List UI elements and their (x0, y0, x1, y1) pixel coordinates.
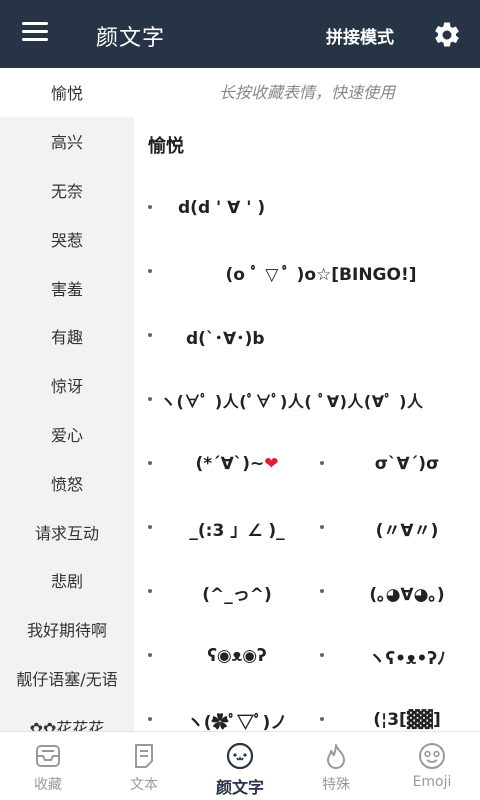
kaomoji-item[interactable]: (｡◕∀◕｡) (334, 560, 480, 624)
kaomoji-list: d(d ' ∀ ' ) (o ﾟ ▽ ﾟ )o☆[BINGO!] d(`･∀･)… (134, 176, 480, 731)
category-sidebar: 愉悦 高兴 无奈 哭惹 害羞 有趣 惊讶 爱心 愤怒 请求互动 悲剧 我好期待啊… (0, 68, 134, 731)
list-item: _(:3 」∠ )_ (〃∀〃) (134, 496, 480, 560)
list-item: (o ﾟ ▽ ﾟ )o☆[BINGO!] (134, 240, 480, 304)
list-item: d(`･∀･)b (134, 304, 480, 368)
bullet-dot (148, 525, 152, 529)
kaomoji-item[interactable]: (o ﾟ ▽ ﾟ )o☆[BINGO!] (162, 240, 480, 304)
list-item: (^_っ^) (｡◕∀◕｡) (134, 560, 480, 624)
bullet-dot (320, 653, 324, 657)
bullet-dot (148, 589, 152, 593)
bullet-dot (148, 717, 152, 721)
sidebar-item-kure[interactable]: 哭惹 (0, 214, 134, 263)
tab-label: Emoji (412, 774, 452, 790)
sidebar-item-haixiu[interactable]: 害羞 (0, 263, 134, 312)
tab-special[interactable]: 特殊 (288, 732, 384, 800)
inbox-tray-icon (36, 745, 60, 767)
usage-hint: 长按收藏表情，快速使用 (218, 83, 395, 102)
kaomoji-item[interactable]: σ`∀´)σ (334, 432, 480, 496)
list-item: ヽ(✿ﾟ▽ﾟ)ノ (¦3[▓▓] (134, 688, 480, 731)
kaomoji-item[interactable]: d(`･∀･)b (186, 304, 480, 368)
sidebar-item-gaoxing[interactable]: 高兴 (0, 117, 134, 166)
bullet-dot (320, 525, 324, 529)
sidebar-item-yuyue[interactable]: 愉悦 (0, 68, 134, 117)
list-item: ヽ(∀ﾟ )人(ﾟ∀ﾟ)人( ﾟ∀)人(∀ﾟ )人 (134, 368, 480, 432)
bullet-dot (148, 461, 152, 465)
tab-text[interactable]: 文本 (96, 732, 192, 800)
smiley-face-icon (419, 743, 445, 769)
bullet-dot (148, 205, 152, 209)
bullet-dot (320, 461, 324, 465)
tab-kaomoji[interactable]: 颜文字 (192, 732, 288, 800)
kaomoji-item[interactable]: d(d ' ∀ ' ) (178, 176, 480, 240)
note-document-icon (135, 744, 153, 768)
tab-label: 收藏 (34, 777, 62, 793)
sidebar-item-huahua[interactable]: ✿✿花花花 (0, 702, 134, 731)
kaomoji-item[interactable]: (*´∀`)~ ❤ (162, 432, 312, 496)
sidebar-item-beiju[interactable]: 悲剧 (0, 556, 134, 605)
sidebar-item-youqu[interactable]: 有趣 (0, 312, 134, 361)
app-bar: 颜文字 拼接模式 (0, 0, 480, 68)
list-item: d(d ' ∀ ' ) (134, 176, 480, 240)
sidebar-item-fennu[interactable]: 愤怒 (0, 458, 134, 507)
kaomoji-text: (*´∀`)~ (195, 454, 265, 474)
bullet-dot (148, 397, 152, 401)
tab-favorites[interactable]: 收藏 (0, 732, 96, 800)
heart-emoji: ❤ (264, 454, 279, 474)
kaomoji-item[interactable]: (^_っ^) (162, 560, 312, 624)
gear-icon[interactable] (432, 20, 462, 50)
kaomoji-item[interactable]: ヽʕ•ᴥ•ʔﾉ (334, 624, 480, 688)
sidebar-item-jingya[interactable]: 惊讶 (0, 361, 134, 410)
kaomoji-face-icon (226, 742, 254, 770)
list-item: ʕ◉ᴥ◉ʔ ヽʕ•ᴥ•ʔﾉ (134, 624, 480, 688)
kaomoji-item[interactable]: (¦3[▓▓] (334, 688, 480, 731)
tab-label: 颜文字 (215, 778, 264, 797)
list-item: (*´∀`)~ ❤ σ`∀´)σ (134, 432, 480, 496)
bottom-nav: 收藏 文本 颜文字 特殊 Emoji (0, 731, 480, 800)
hamburger-menu-icon[interactable] (22, 22, 52, 46)
kaomoji-item[interactable]: ʕ◉ᴥ◉ʔ (162, 624, 312, 688)
bullet-dot (148, 653, 152, 657)
sidebar-item-qidai[interactable]: 我好期待啊 (0, 605, 134, 654)
bullet-dot (320, 717, 324, 721)
sidebar-item-qingqiu-hudong[interactable]: 请求互动 (0, 507, 134, 556)
bullet-dot (148, 269, 152, 273)
kaomoji-item[interactable]: ヽ(∀ﾟ )人(ﾟ∀ﾟ)人( ﾟ∀)人(∀ﾟ )人 (160, 368, 480, 432)
kaomoji-item[interactable]: _(:3 」∠ )_ (162, 496, 312, 560)
flame-icon (327, 744, 345, 769)
sidebar-item-aixin[interactable]: 爱心 (0, 410, 134, 459)
kaomoji-item[interactable]: (〃∀〃) (334, 496, 480, 560)
kaomoji-item[interactable]: ヽ(✿ﾟ▽ﾟ)ノ (162, 688, 312, 732)
sidebar-item-wunai[interactable]: 无奈 (0, 166, 134, 215)
app-title: 颜文字 (96, 26, 166, 51)
section-title: 愉悦 (148, 136, 184, 157)
tab-label: 特殊 (322, 777, 350, 793)
bullet-dot (148, 333, 152, 337)
tab-emoji[interactable]: Emoji (384, 732, 480, 800)
tab-label: 文本 (130, 777, 158, 793)
bullet-dot (320, 589, 324, 593)
sidebar-item-yuse[interactable]: 靓仔语塞/无语 (0, 654, 134, 703)
splice-mode-button[interactable]: 拼接模式 (326, 23, 394, 48)
